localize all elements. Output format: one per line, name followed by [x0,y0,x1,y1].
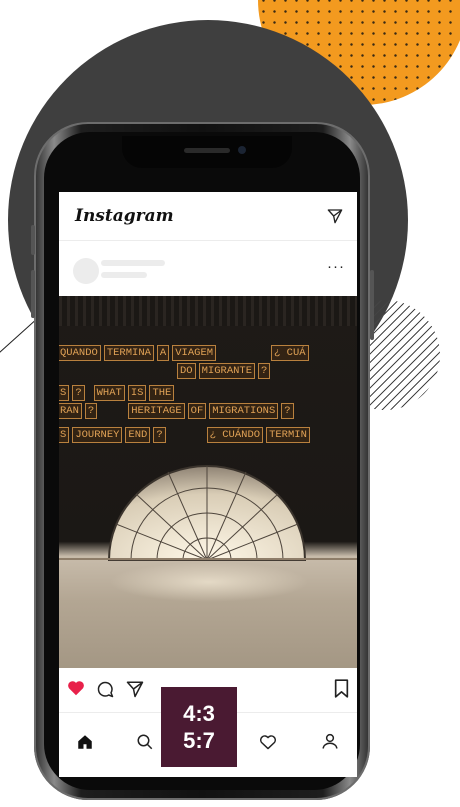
word-tile: WHAT [93,385,125,401]
image-ceiling [59,296,357,326]
word-tile: QUANDO [59,345,101,361]
text-line: S? WHAT IS THE [59,382,177,401]
text-line: S JOURNEY END? ¿ CUÁNDO TERMIN [59,424,313,443]
phone-notch [122,136,292,168]
text-line: QUANDO TERMINA A VIAGEM ¿ CUÁ [59,342,312,361]
word-tile: ? [281,403,294,419]
floor-light [109,562,309,602]
app-header: Instagram [59,192,357,241]
avatar[interactable] [73,258,99,284]
username-placeholder [101,260,165,266]
word-tile: JOURNEY [72,427,123,443]
speaker [184,148,230,153]
word-tile: ? [84,403,98,419]
word-tile: IS [127,385,147,401]
paper-plane-icon[interactable] [126,680,144,698]
word-tile: ¿ CUÁ [271,345,309,361]
text-line: RAN? HERITAGE OF MIGRATIONS? [59,400,297,419]
word-tile: MIGRANTE [198,363,256,379]
more-dots-icon[interactable]: ··· [327,258,345,275]
word-tile: END [125,427,151,443]
aspect-ratio-badge: 4:3 5:7 [161,687,237,767]
side-button [31,270,35,318]
word-tile: S [59,427,70,443]
word-tile: OF [187,403,207,419]
post-image[interactable]: QUANDO TERMINA A VIAGEM ¿ CUÁ DO MIGRANTE? S?… [59,296,357,668]
home-icon[interactable] [76,733,94,751]
aspect-ratio-primary: 4:3 [183,701,215,726]
word-tile: RAN [59,403,82,419]
paper-plane-icon[interactable] [327,208,343,224]
heart-outline-icon[interactable] [259,734,277,750]
bookmark-icon[interactable] [334,679,349,698]
word-tile: A [156,345,170,361]
front-camera [238,146,246,154]
fan-window-illustration [107,465,307,561]
app-logo: Instagram [75,206,174,226]
word-tile: ? [153,427,166,443]
word-tile: DO [177,363,196,379]
word-tile: HERITAGE [128,403,185,419]
word-tile: ¿ CUÁNDO [206,427,264,443]
word-tile: THE [149,385,175,401]
word-tile: TERMINA [103,345,154,361]
side-button [31,225,35,255]
post-header [59,240,357,296]
search-icon[interactable] [136,733,154,751]
aspect-ratio-secondary: 5:7 [183,728,215,753]
word-tile: S [59,385,70,401]
word-tile: ? [72,385,85,401]
heart-filled-icon[interactable] [67,680,85,696]
profile-icon[interactable] [321,732,339,750]
location-placeholder [101,272,147,278]
side-button [370,270,374,340]
text-line: DO MIGRANTE? [177,360,273,379]
word-tile: MIGRATIONS [209,403,279,419]
word-tile: ? [258,363,271,379]
floor-edge [59,558,357,560]
word-tile: VIAGEM [172,345,217,361]
word-tile: TERMIN [266,427,310,443]
comment-bubble-icon[interactable] [96,680,114,698]
